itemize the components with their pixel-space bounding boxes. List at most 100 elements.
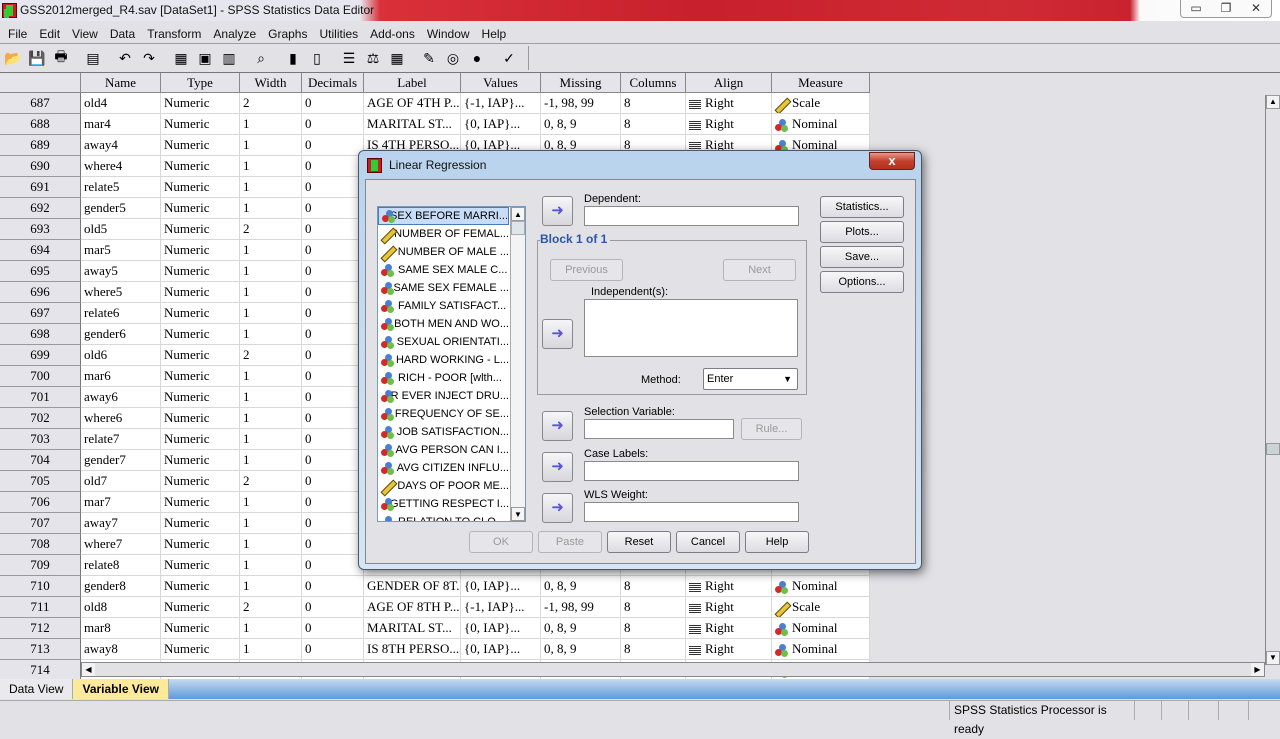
cell-name[interactable]: away4 xyxy=(81,135,161,156)
cell-decimals[interactable]: 0 xyxy=(302,219,364,240)
move-to-independents-button[interactable]: ➜ xyxy=(542,319,573,349)
redo-button[interactable]: ↷ xyxy=(138,47,160,69)
cell-decimals[interactable]: 0 xyxy=(302,93,364,114)
column-header-label[interactable]: Label xyxy=(364,73,461,93)
cell-width[interactable]: 1 xyxy=(240,618,302,639)
cell-name[interactable]: mar5 xyxy=(81,240,161,261)
save-button[interactable]: 💾 xyxy=(26,47,48,69)
cell-label[interactable]: GENDER OF 8T... xyxy=(364,576,461,597)
cell-name[interactable]: mar4 xyxy=(81,114,161,135)
cell-name[interactable]: gender6 xyxy=(81,324,161,345)
save-button[interactable]: Save... xyxy=(820,246,904,268)
row-number[interactable]: 700 xyxy=(0,366,81,387)
cell-measure[interactable]: Nominal xyxy=(772,639,870,660)
variable-list-item[interactable]: FAMILY SATISFACT... xyxy=(378,297,509,315)
cell-type[interactable]: Numeric xyxy=(161,366,240,387)
row-number[interactable]: 706 xyxy=(0,492,81,513)
cell-decimals[interactable]: 0 xyxy=(302,513,364,534)
cell-decimals[interactable]: 0 xyxy=(302,471,364,492)
cell-name[interactable]: gender7 xyxy=(81,450,161,471)
ok-button[interactable]: OK xyxy=(469,531,533,553)
cell-align[interactable]: Right xyxy=(686,576,772,597)
column-header-decimals[interactable]: Decimals xyxy=(302,73,364,93)
cell-measure[interactable]: Scale xyxy=(772,93,870,114)
cell-type[interactable]: Numeric xyxy=(161,597,240,618)
cell-columns[interactable]: 8 xyxy=(621,576,686,597)
cell-type[interactable]: Numeric xyxy=(161,303,240,324)
cell-type[interactable]: Numeric xyxy=(161,219,240,240)
cell-width[interactable]: 1 xyxy=(240,303,302,324)
cell-type[interactable]: Numeric xyxy=(161,513,240,534)
cell-decimals[interactable]: 0 xyxy=(302,303,364,324)
cell-decimals[interactable]: 0 xyxy=(302,198,364,219)
cell-decimals[interactable]: 0 xyxy=(302,156,364,177)
previous-button[interactable]: Previous xyxy=(550,259,623,281)
cell-type[interactable]: Numeric xyxy=(161,534,240,555)
cell-type[interactable]: Numeric xyxy=(161,639,240,660)
cell-name[interactable]: mar7 xyxy=(81,492,161,513)
insert-cases-button[interactable]: ▮ xyxy=(282,47,304,69)
show-all-variables-button[interactable]: ● xyxy=(466,47,488,69)
row-number[interactable]: 701 xyxy=(0,387,81,408)
cell-values[interactable]: {0, IAP}... xyxy=(461,114,541,135)
cell-columns[interactable]: 8 xyxy=(621,114,686,135)
cell-width[interactable]: 1 xyxy=(240,324,302,345)
cell-decimals[interactable]: 0 xyxy=(302,597,364,618)
spell-check-button[interactable]: ✓ xyxy=(498,47,520,69)
row-number[interactable]: 708 xyxy=(0,534,81,555)
variable-list-item[interactable]: RICH - POOR [wlth... xyxy=(378,369,509,387)
cell-columns[interactable]: 8 xyxy=(621,597,686,618)
cell-name[interactable]: mar6 xyxy=(81,366,161,387)
cell-type[interactable]: Numeric xyxy=(161,471,240,492)
cell-missing[interactable]: 0, 8, 9 xyxy=(541,618,621,639)
cell-width[interactable]: 2 xyxy=(240,93,302,114)
list-scroll-thumb[interactable] xyxy=(511,221,525,235)
cell-type[interactable]: Numeric xyxy=(161,135,240,156)
cell-name[interactable]: where5 xyxy=(81,282,161,303)
variable-list-item[interactable]: JOB SATISFACTION... xyxy=(378,423,509,441)
cell-name[interactable]: where4 xyxy=(81,156,161,177)
menu-addons[interactable]: Add-ons xyxy=(364,22,421,43)
cell-name[interactable]: old4 xyxy=(81,93,161,114)
cell-type[interactable]: Numeric xyxy=(161,492,240,513)
cell-type[interactable]: Numeric xyxy=(161,156,240,177)
variables-button[interactable]: ▥ xyxy=(218,47,240,69)
variable-list-item[interactable]: AVG PERSON CAN I... xyxy=(378,441,509,459)
cell-type[interactable]: Numeric xyxy=(161,282,240,303)
cell-type[interactable]: Numeric xyxy=(161,618,240,639)
cell-values[interactable]: {-1, IAP}... xyxy=(461,597,541,618)
variable-list-item[interactable]: FREQUENCY OF SE... xyxy=(378,405,509,423)
cell-width[interactable]: 1 xyxy=(240,135,302,156)
cell-decimals[interactable]: 0 xyxy=(302,324,364,345)
cell-name[interactable]: away8 xyxy=(81,639,161,660)
help-button[interactable]: Help xyxy=(745,531,809,553)
cell-width[interactable]: 1 xyxy=(240,261,302,282)
variable-list-item[interactable]: SAME SEX FEMALE ... xyxy=(378,279,509,297)
next-button[interactable]: Next xyxy=(723,259,796,281)
list-scroll-up-icon[interactable]: ▲ xyxy=(511,207,525,221)
cell-decimals[interactable]: 0 xyxy=(302,429,364,450)
cell-decimals[interactable]: 0 xyxy=(302,387,364,408)
cell-type[interactable]: Numeric xyxy=(161,345,240,366)
cell-width[interactable]: 1 xyxy=(240,429,302,450)
cell-decimals[interactable]: 0 xyxy=(302,366,364,387)
cell-width[interactable]: 1 xyxy=(240,450,302,471)
cell-missing[interactable]: 0, 8, 9 xyxy=(541,576,621,597)
print-button[interactable]: 🖶 xyxy=(50,47,72,69)
horizontal-scrollbar[interactable]: ◀ ▶ xyxy=(81,662,1265,677)
row-number[interactable]: 703 xyxy=(0,429,81,450)
cell-decimals[interactable]: 0 xyxy=(302,345,364,366)
cell-name[interactable]: mar8 xyxy=(81,618,161,639)
row-number[interactable]: 692 xyxy=(0,198,81,219)
cell-name[interactable]: where6 xyxy=(81,408,161,429)
row-number[interactable]: 687 xyxy=(0,93,81,114)
goto-case-button[interactable]: ▦ xyxy=(170,47,192,69)
cell-missing[interactable]: -1, 98, 99 xyxy=(541,93,621,114)
cell-decimals[interactable]: 0 xyxy=(302,408,364,429)
cell-width[interactable]: 1 xyxy=(240,576,302,597)
variable-list-item[interactable]: GETTING RESPECT I... xyxy=(378,495,509,513)
cell-missing[interactable]: -1, 98, 99 xyxy=(541,597,621,618)
variable-list-item[interactable]: SEX BEFORE MARRI... xyxy=(378,207,509,225)
cell-measure[interactable]: Nominal xyxy=(772,114,870,135)
row-number[interactable]: 698 xyxy=(0,324,81,345)
